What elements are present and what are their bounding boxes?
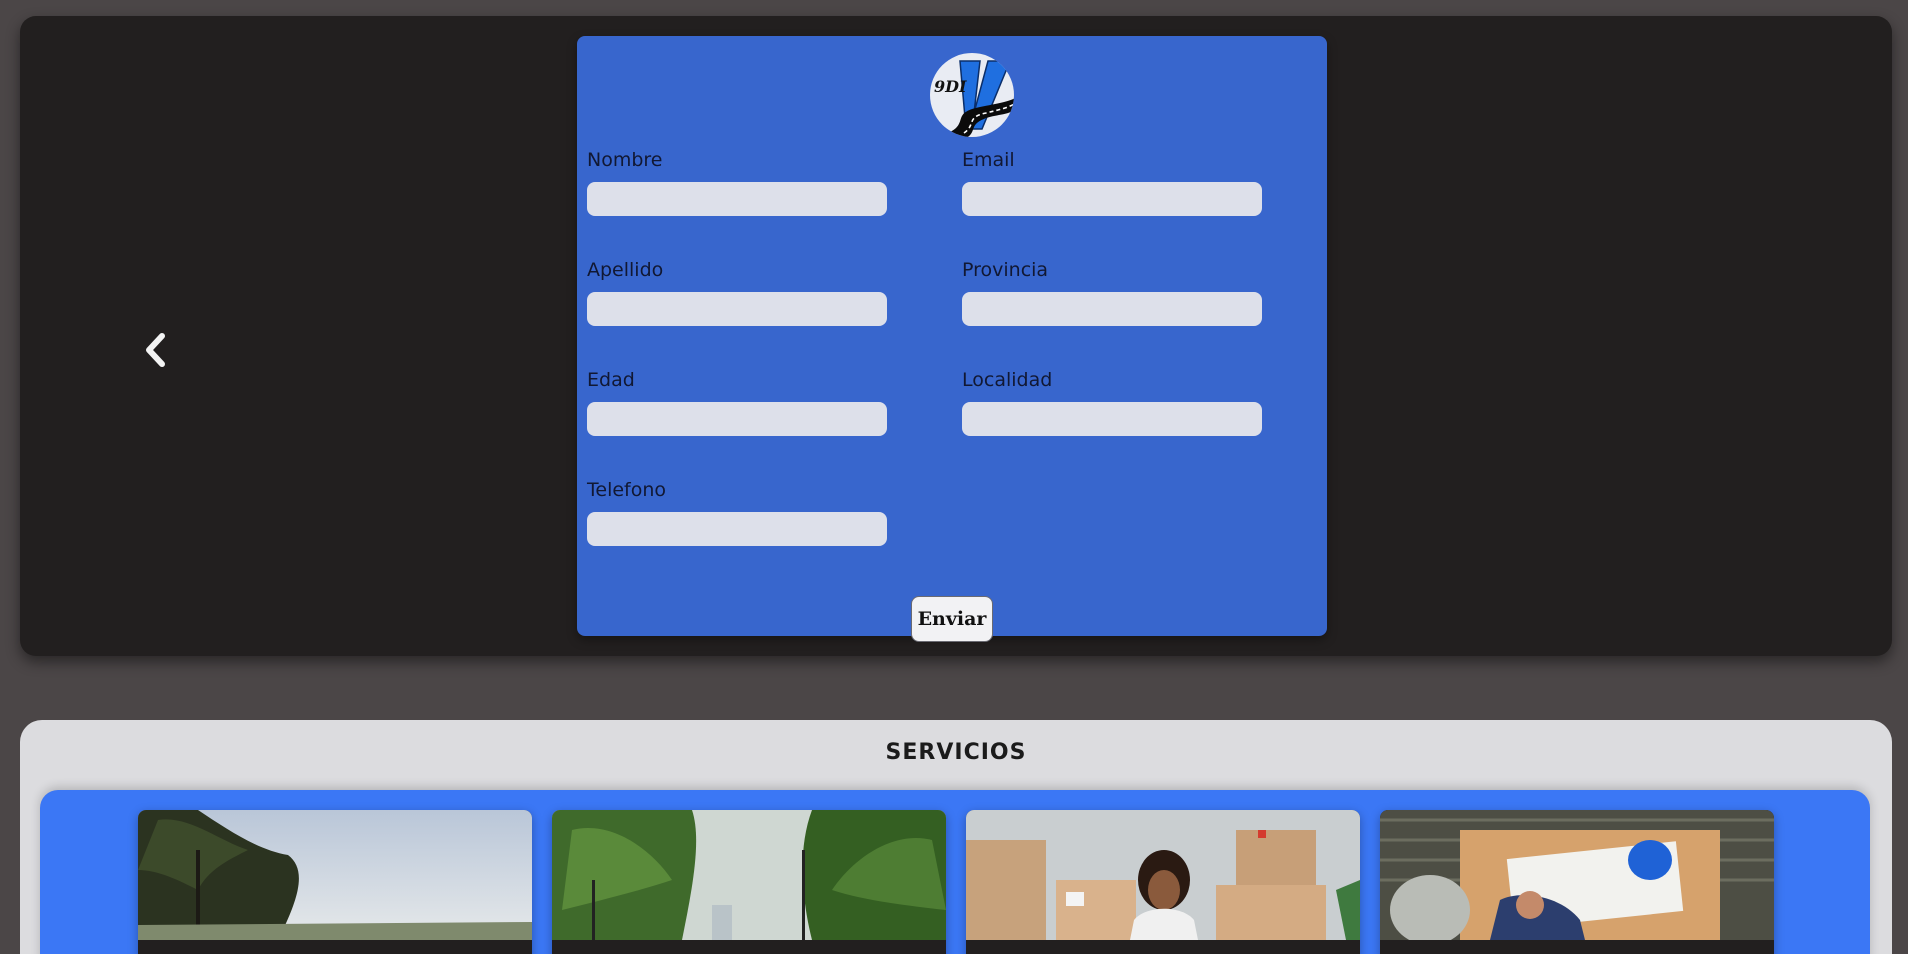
service-card[interactable] xyxy=(138,810,532,954)
services-panel xyxy=(40,790,1870,954)
service-card[interactable] xyxy=(966,810,1360,954)
woman-moving-boxes-photo xyxy=(966,810,1360,940)
trees-sky-photo xyxy=(138,810,532,940)
field-email: Email xyxy=(962,148,1262,216)
field-provincia: Provincia xyxy=(962,258,1262,326)
provincia-input[interactable] xyxy=(962,292,1262,326)
services-title: SERVICIOS xyxy=(885,740,1027,765)
chevron-left-icon xyxy=(146,333,165,367)
registration-form: 9DI Nombre Email Apellido Provincia Edad… xyxy=(577,36,1327,642)
carousel-prev-button[interactable] xyxy=(138,330,174,370)
email-input[interactable] xyxy=(962,182,1262,216)
field-edad: Edad xyxy=(587,368,887,436)
field-telefono: Telefono xyxy=(587,478,887,546)
nombre-label: Nombre xyxy=(587,149,663,171)
service-card[interactable] xyxy=(552,810,946,954)
field-nombre: Nombre xyxy=(587,148,887,216)
services-section: SERVICIOS xyxy=(20,720,1892,954)
logo-text: 9DI xyxy=(934,77,967,96)
hero-carousel: 9DI Nombre Email Apellido Provincia Edad… xyxy=(20,16,1892,656)
localidad-label: Localidad xyxy=(962,369,1053,391)
enviar-button[interactable]: Enviar xyxy=(911,596,993,642)
edad-label: Edad xyxy=(587,369,635,391)
architect-desk-photo xyxy=(1380,810,1774,940)
service-card[interactable] xyxy=(1380,810,1774,954)
road-trees-photo xyxy=(552,810,946,940)
telefono-label: Telefono xyxy=(587,479,667,501)
field-apellido: Apellido xyxy=(587,258,887,326)
brand-logo: 9DI xyxy=(930,53,1014,137)
nombre-input[interactable] xyxy=(587,182,887,216)
apellido-label: Apellido xyxy=(587,259,664,281)
field-localidad: Localidad xyxy=(962,368,1262,436)
email-label: Email xyxy=(962,149,1015,171)
localidad-input[interactable] xyxy=(962,402,1262,436)
apellido-input[interactable] xyxy=(587,292,887,326)
telefono-input[interactable] xyxy=(587,512,887,546)
provincia-label: Provincia xyxy=(962,259,1049,281)
edad-input[interactable] xyxy=(587,402,887,436)
